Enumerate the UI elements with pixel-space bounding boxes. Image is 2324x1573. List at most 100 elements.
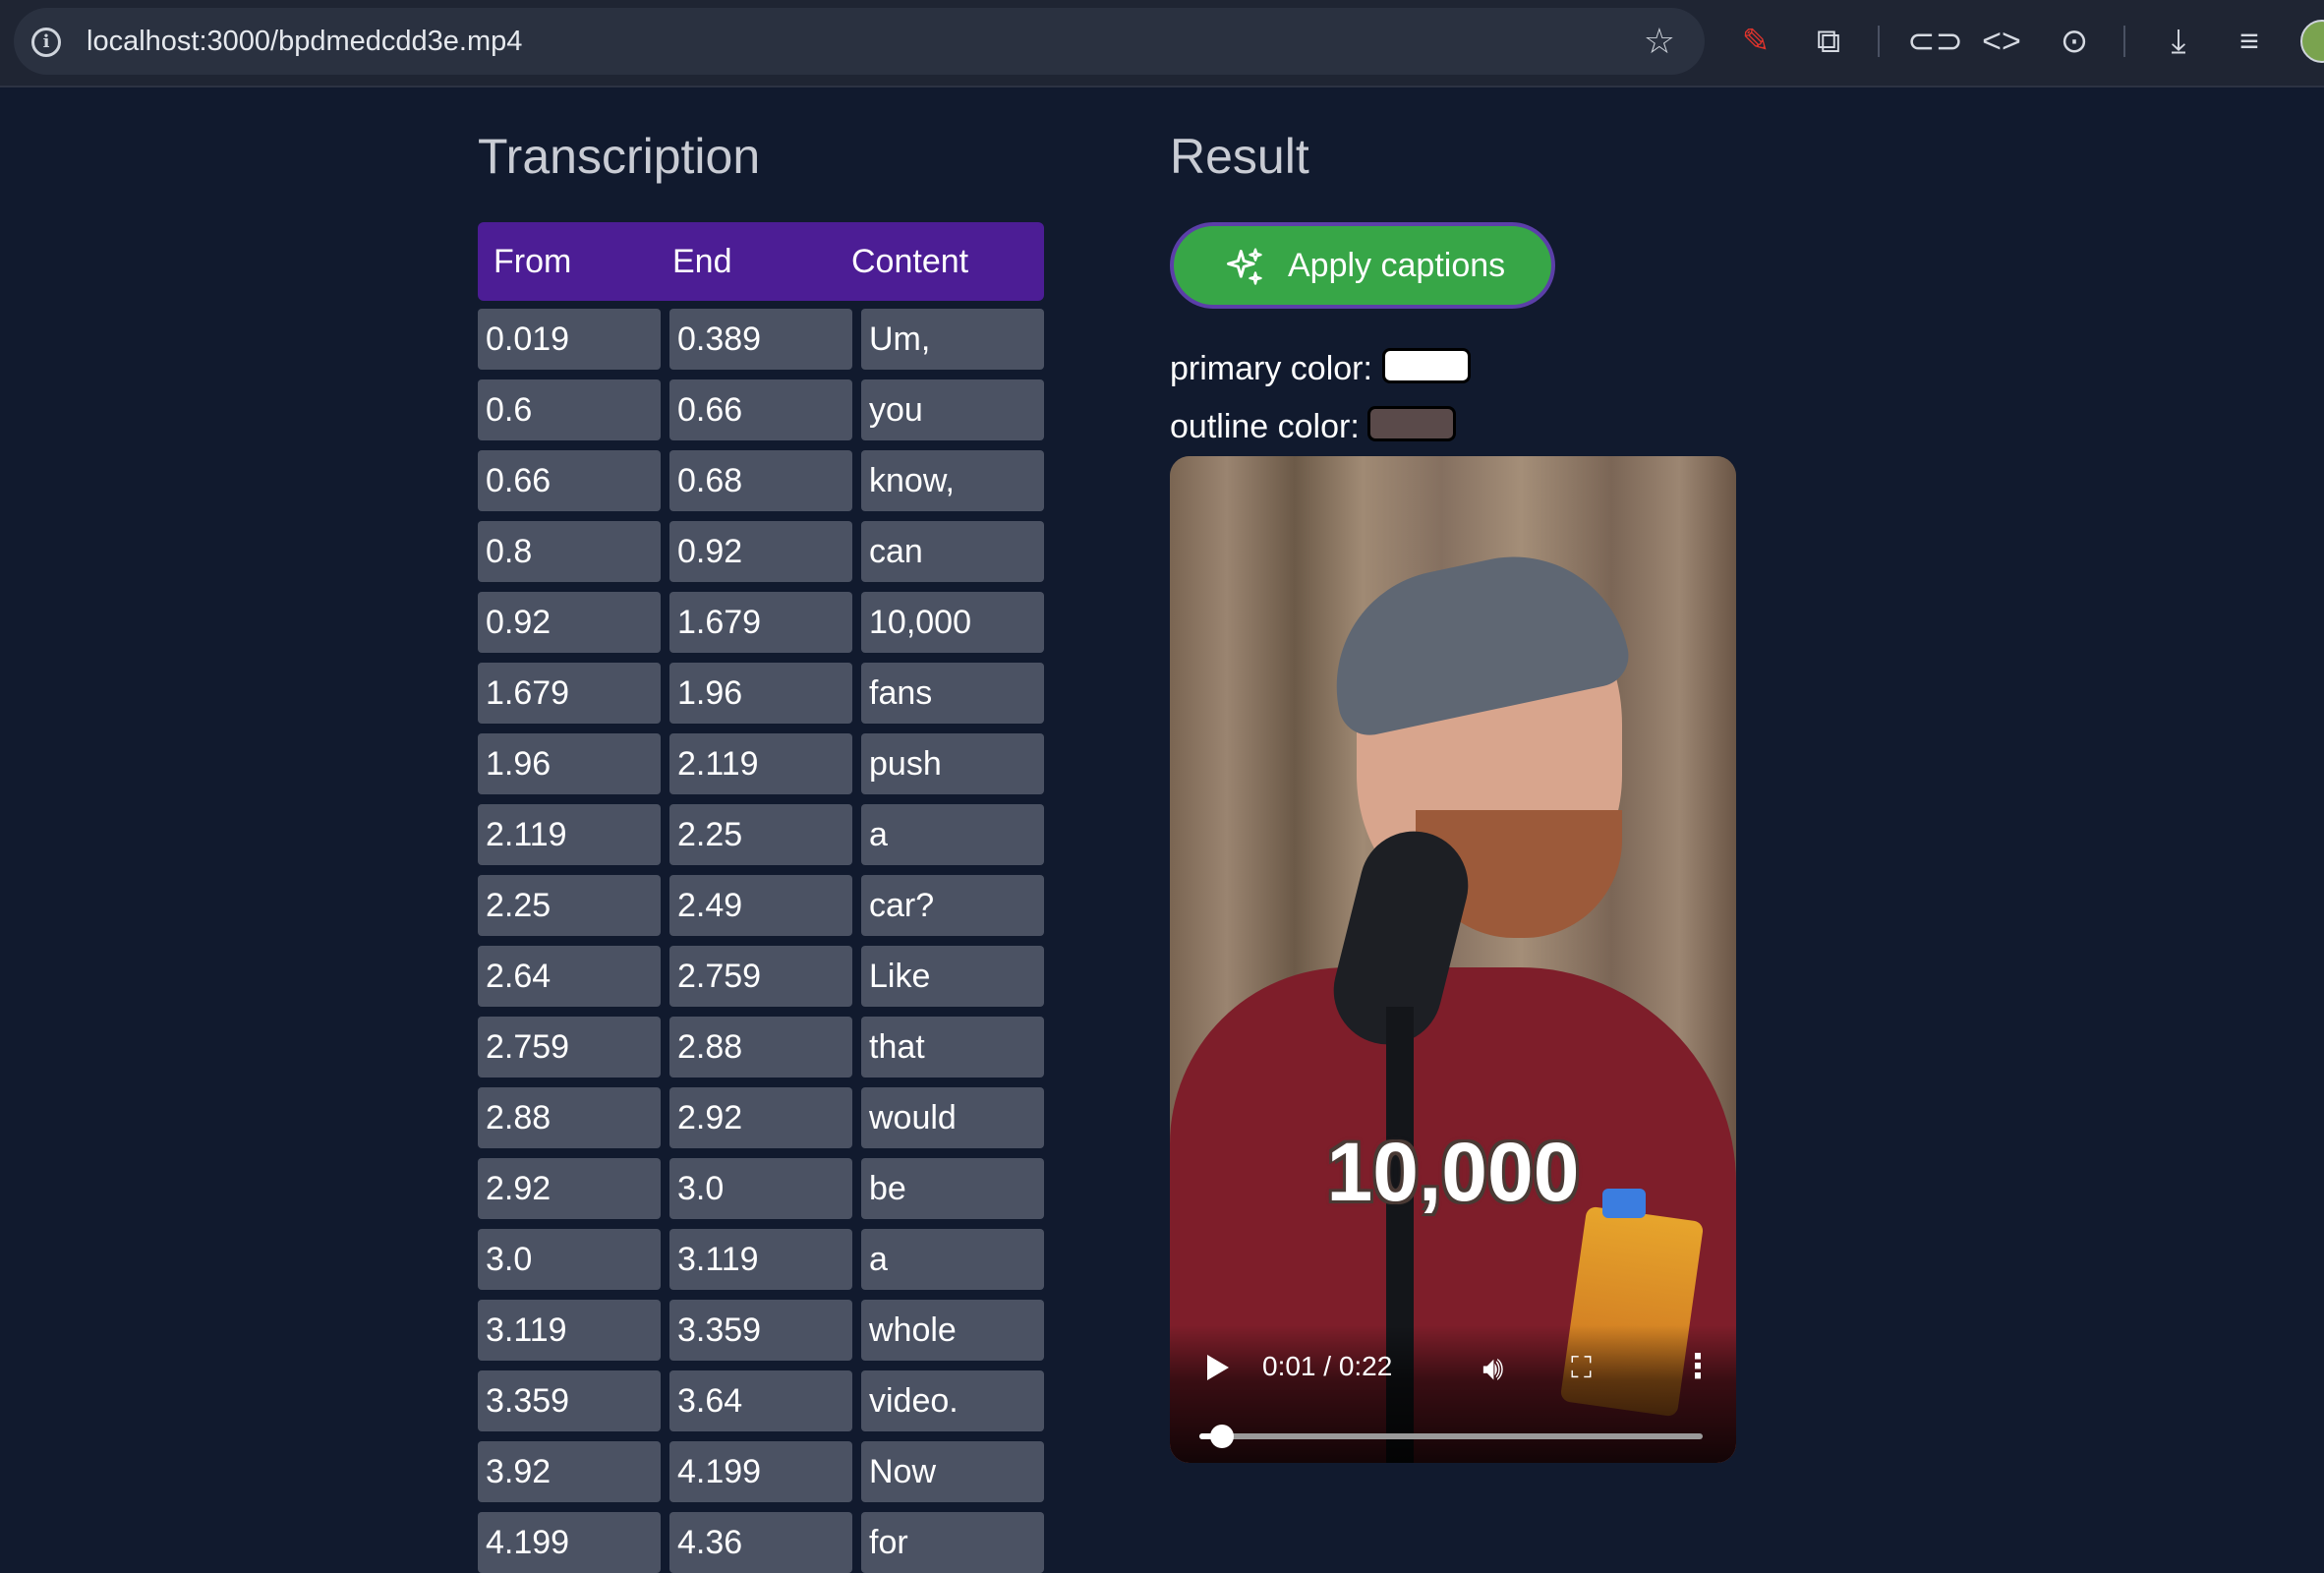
cell-from[interactable]: 2.759 (478, 1017, 661, 1078)
cell-content[interactable]: for (861, 1512, 1044, 1573)
cell-end[interactable]: 3.64 (669, 1370, 852, 1431)
queue-icon[interactable]: ≡ (2226, 20, 2273, 63)
url-text[interactable]: localhost:3000/bpdmedcdd3e.mp4 (87, 8, 522, 75)
video-time: 0:01 / 0:22 (1262, 1351, 1393, 1381)
fullscreen-icon[interactable]: ⛶ (1571, 1351, 1592, 1386)
cell-content[interactable]: Now (861, 1441, 1044, 1502)
transcription-row: 0.8 0.92 can (478, 521, 1044, 582)
outline-color-row: outline color: (1170, 408, 1360, 446)
cell-end[interactable]: 1.96 (669, 663, 852, 724)
cell-end[interactable]: 2.49 (669, 875, 852, 936)
cell-content[interactable]: video. (861, 1370, 1044, 1431)
cell-content[interactable]: would (861, 1087, 1044, 1148)
transcription-row: 1.679 1.96 fans (478, 663, 1044, 724)
cell-from[interactable]: 3.92 (478, 1441, 661, 1502)
transcription-row: 1.96 2.119 push (478, 733, 1044, 794)
cell-end[interactable]: 3.359 (669, 1300, 852, 1361)
cell-content[interactable]: know, (861, 450, 1044, 511)
cell-from[interactable]: 2.119 (478, 804, 661, 865)
cell-content[interactable]: be (861, 1158, 1044, 1219)
address-bar[interactable]: i localhost:3000/bpdmedcdd3e.mp4 ☆ (14, 8, 1705, 75)
transcription-row: 3.0 3.119 a (478, 1229, 1044, 1290)
cell-from[interactable]: 0.66 (478, 450, 661, 511)
primary-color-picker[interactable] (1382, 348, 1471, 383)
transcription-row: 0.92 1.679 10,000 (478, 592, 1044, 653)
cell-end[interactable]: 2.119 (669, 733, 852, 794)
transcription-row: 3.119 3.359 whole (478, 1300, 1044, 1361)
outline-color-picker[interactable] (1367, 406, 1456, 441)
video-player[interactable]: 10,000 0:01 / 0:22 🔊︎ ⛶ ⋮ (1170, 456, 1736, 1463)
cell-content[interactable]: whole (861, 1300, 1044, 1361)
cell-from[interactable]: 0.92 (478, 592, 661, 653)
cell-from[interactable]: 1.96 (478, 733, 661, 794)
cell-content[interactable]: push (861, 733, 1044, 794)
transcription-title: Transcription (478, 129, 761, 184)
cell-content[interactable]: you (861, 379, 1044, 440)
cell-end[interactable]: 3.119 (669, 1229, 852, 1290)
more-options-icon[interactable]: ⋮ (1681, 1347, 1714, 1386)
info-icon[interactable]: i (31, 28, 61, 57)
cell-end[interactable]: 0.68 (669, 450, 852, 511)
cell-from[interactable]: 2.64 (478, 946, 661, 1007)
transcription-table-header: From End Content (478, 222, 1044, 301)
cell-from[interactable]: 0.8 (478, 521, 661, 582)
download-icon[interactable]: ⤓ (2155, 20, 2202, 63)
cell-end[interactable]: 3.0 (669, 1158, 852, 1219)
transcription-row: 0.019 0.389 Um, (478, 309, 1044, 370)
cell-end[interactable]: 2.92 (669, 1087, 852, 1148)
link-icon[interactable]: ⊂⊃ (1907, 20, 1963, 63)
volume-icon[interactable]: 🔊︎ (1482, 1349, 1503, 1388)
result-title: Result (1170, 129, 1309, 184)
cell-content[interactable]: Like (861, 946, 1044, 1007)
seekbar-thumb[interactable] (1210, 1425, 1235, 1448)
sparkles-icon (1227, 248, 1262, 285)
cell-from[interactable]: 3.0 (478, 1229, 661, 1290)
cell-content[interactable]: fans (861, 663, 1044, 724)
cell-end[interactable]: 1.679 (669, 592, 852, 653)
cell-end[interactable]: 0.389 (669, 309, 852, 370)
cell-from[interactable]: 2.88 (478, 1087, 661, 1148)
code-icon[interactable]: <> (1978, 20, 2025, 63)
cell-from[interactable]: 0.6 (478, 379, 661, 440)
cell-content[interactable]: 10,000 (861, 592, 1044, 653)
toolbar-divider (2123, 26, 2125, 57)
transcription-row: 2.88 2.92 would (478, 1087, 1044, 1148)
cell-end[interactable]: 2.759 (669, 946, 852, 1007)
apply-captions-button[interactable]: Apply captions (1170, 222, 1555, 309)
transcription-row: 3.92 4.199 Now (478, 1441, 1044, 1502)
cell-end[interactable]: 0.92 (669, 521, 852, 582)
cell-from[interactable]: 1.679 (478, 663, 661, 724)
cell-content[interactable]: a (861, 1229, 1044, 1290)
transcription-row: 2.64 2.759 Like (478, 946, 1044, 1007)
browser-toolbar: i localhost:3000/bpdmedcdd3e.mp4 ☆ ✎ ⧉ ⊂… (0, 0, 2324, 87)
transcription-row: 0.6 0.66 you (478, 379, 1044, 440)
cell-end[interactable]: 4.199 (669, 1441, 852, 1502)
transcription-row: 2.759 2.88 that (478, 1017, 1044, 1078)
cell-content[interactable]: car? (861, 875, 1044, 936)
cell-from[interactable]: 2.92 (478, 1158, 661, 1219)
transcription-row: 0.66 0.68 know, (478, 450, 1044, 511)
cell-from[interactable]: 4.199 (478, 1512, 661, 1573)
profile-avatar[interactable] (2300, 20, 2324, 63)
bookmark-star-icon[interactable]: ☆ (1644, 24, 1675, 59)
cell-from[interactable]: 3.359 (478, 1370, 661, 1431)
transcription-row: 2.119 2.25 a (478, 804, 1044, 865)
cell-end[interactable]: 2.25 (669, 804, 852, 865)
cell-from[interactable]: 0.019 (478, 309, 661, 370)
cell-content[interactable]: can (861, 521, 1044, 582)
cell-content[interactable]: Um, (861, 309, 1044, 370)
extension-icon[interactable]: ⧉ (1805, 20, 1852, 63)
transcription-row: 2.25 2.49 car? (478, 875, 1044, 936)
cell-content[interactable]: a (861, 804, 1044, 865)
play-icon[interactable] (1207, 1355, 1229, 1380)
video-seekbar[interactable] (1199, 1425, 1703, 1448)
pen-icon[interactable]: ✎ (1732, 20, 1779, 63)
cell-end[interactable]: 4.36 (669, 1512, 852, 1573)
capture-icon[interactable]: ⊙ (2051, 20, 2098, 63)
cell-from[interactable]: 3.119 (478, 1300, 661, 1361)
cell-end[interactable]: 0.66 (669, 379, 852, 440)
cell-end[interactable]: 2.88 (669, 1017, 852, 1078)
cell-content[interactable]: that (861, 1017, 1044, 1078)
cell-from[interactable]: 2.25 (478, 875, 661, 936)
apply-captions-label: Apply captions (1288, 247, 1506, 284)
